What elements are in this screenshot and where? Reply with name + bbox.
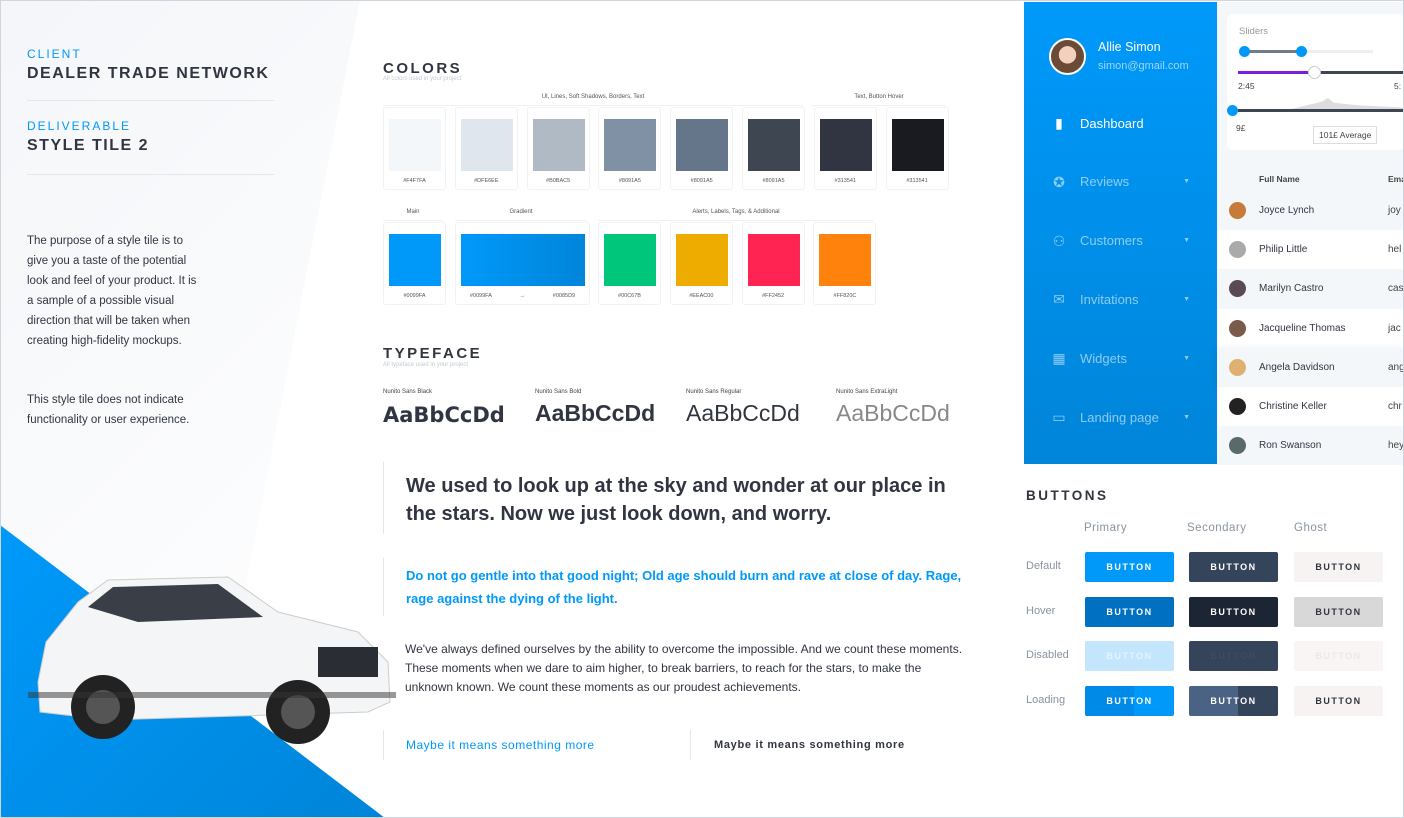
frame-border [0,0,1404,818]
